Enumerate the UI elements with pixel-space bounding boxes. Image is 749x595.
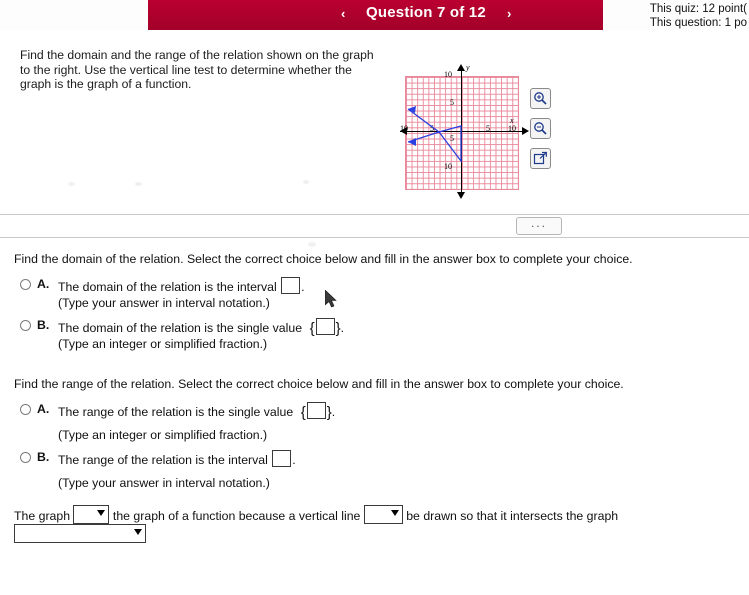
zoom-in-icon[interactable] xyxy=(530,88,551,109)
y-axis-up-arrow-icon xyxy=(457,64,465,71)
range-choice-b-text: The range of the relation is the interva… xyxy=(58,450,296,467)
open-popup-icon[interactable] xyxy=(530,148,551,169)
conclusion-dropdown-2[interactable] xyxy=(363,505,403,524)
x-axis-right-arrow-icon xyxy=(522,127,529,135)
domain-choice-b-text: The domain of the relation is the single… xyxy=(58,318,344,337)
domain-choice-b-radio[interactable] xyxy=(20,320,31,331)
chevron-down-icon xyxy=(390,510,399,516)
range-choice-a-input[interactable] xyxy=(306,402,326,419)
chevron-down-icon xyxy=(97,510,106,516)
domain-choice-a-hint: (Type your answer in interval notation.) xyxy=(58,296,270,310)
conclusion-dropdown-1[interactable] xyxy=(73,505,110,524)
domain-choice-a-radio[interactable] xyxy=(20,279,31,290)
domain-choice-b-text-before: The domain of the relation is the single… xyxy=(58,321,303,335)
range-choice-a-left-brace: { xyxy=(296,404,306,421)
domain-choice-a-text-before: The domain of the relation is the interv… xyxy=(58,280,277,294)
graph-curve xyxy=(407,106,462,163)
question-text: Find the domain and the range of the rel… xyxy=(20,48,374,91)
domain-choice-b-input[interactable] xyxy=(315,318,335,335)
range-choice-a-text: The range of the relation is the single … xyxy=(58,402,335,421)
relation-graph[interactable]: y x 10 5 5 10 10 5 5 10 xyxy=(400,54,529,219)
scan-artifact xyxy=(308,242,316,247)
range-choice-a-radio[interactable] xyxy=(20,404,31,415)
divider-top xyxy=(0,214,749,215)
top-bar-left-pad xyxy=(0,0,148,30)
range-prompt: Find the range of the relation. Select t… xyxy=(14,377,624,391)
domain-prompt: Find the domain of the relation. Select … xyxy=(14,252,633,266)
mouse-cursor xyxy=(325,290,337,308)
chevron-down-icon xyxy=(134,529,142,535)
conclusion-part-1: The graph xyxy=(14,509,71,523)
more-options-button[interactable]: ... xyxy=(516,217,562,235)
question-points-label: This question: 1 po xyxy=(649,17,747,29)
domain-choice-a-letter: A. xyxy=(37,277,50,291)
top-bar: ‹ Question 7 of 12 › This quiz: 12 point… xyxy=(0,0,749,30)
graph-tools xyxy=(530,88,560,178)
y-axis-down-arrow-icon xyxy=(457,192,465,199)
function-conclusion-row: The graph the graph of a function becaus… xyxy=(14,505,744,543)
scan-artifact xyxy=(135,182,142,186)
divider-bottom xyxy=(0,237,749,238)
domain-choice-a-text-after: . xyxy=(301,280,305,294)
zoom-out-icon[interactable] xyxy=(530,118,551,139)
previous-question-button[interactable]: ‹ xyxy=(341,6,345,21)
domain-choice-a-input[interactable] xyxy=(281,277,301,294)
range-choice-a-text-before: The range of the relation is the single … xyxy=(58,405,294,419)
range-choice-a-letter: A. xyxy=(37,402,50,416)
domain-choice-b-text-after: . xyxy=(340,321,345,335)
range-choice-b-hint: (Type your answer in interval notation.) xyxy=(58,476,270,490)
domain-choice-b-hint: (Type an integer or simplified fraction.… xyxy=(58,337,268,351)
domain-choice-b-letter: B. xyxy=(37,318,50,332)
range-choice-a-text-after: . xyxy=(331,405,336,419)
domain-choice-a-text: The domain of the relation is the interv… xyxy=(58,277,305,294)
next-question-button[interactable]: › xyxy=(507,6,511,21)
question-body: Find the domain and the range of the rel… xyxy=(0,30,749,215)
quiz-points-label: This quiz: 12 point( xyxy=(649,3,747,15)
scan-artifact xyxy=(68,182,75,186)
range-choice-b-input[interactable] xyxy=(272,450,292,467)
range-choice-a-hint: (Type an integer or simplified fraction.… xyxy=(58,428,268,442)
range-choice-b-text-before: The range of the relation is the interva… xyxy=(58,453,268,467)
graph-y-axis-label: y xyxy=(466,63,470,72)
conclusion-part-2: the graph of a function because a vertic… xyxy=(112,509,361,523)
scan-artifact xyxy=(303,180,309,184)
range-choice-b-radio[interactable] xyxy=(20,452,31,463)
domain-choice-b-left-brace: { xyxy=(305,320,315,337)
conclusion-part-3: be drawn so that it intersects the graph xyxy=(406,509,619,523)
page-title: Question 7 of 12 xyxy=(366,4,486,21)
range-choice-b-text-after: . xyxy=(292,453,296,467)
quiz-score-info: This quiz: 12 point( This question: 1 po xyxy=(650,2,747,30)
range-choice-b-letter: B. xyxy=(37,450,50,464)
conclusion-dropdown-3[interactable] xyxy=(14,524,146,543)
